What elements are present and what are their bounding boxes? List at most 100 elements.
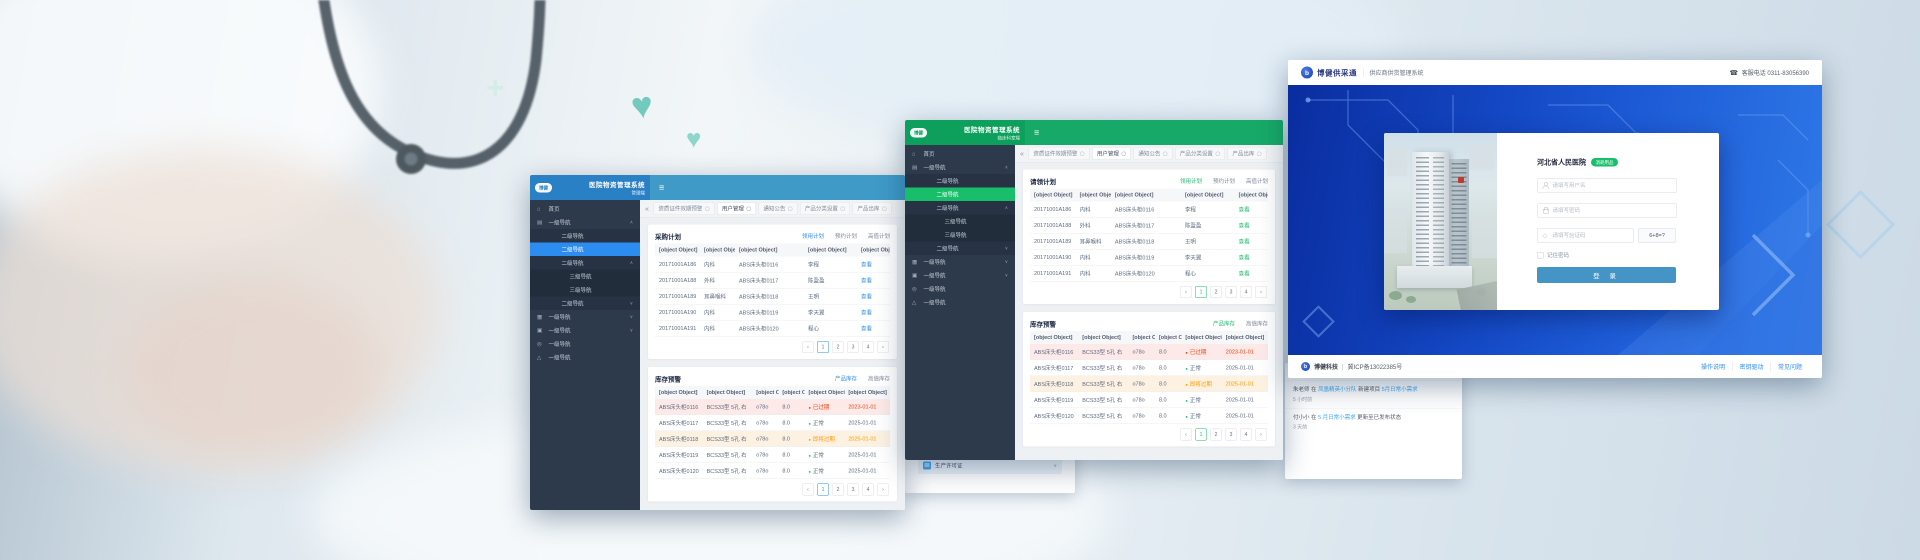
feed-link[interactable]: 5 月日常小需求 xyxy=(1318,414,1356,420)
footer-link[interactable]: 常见问题 xyxy=(1770,362,1809,371)
chevron-down-icon[interactable]: ∨ xyxy=(1053,463,1057,469)
tab[interactable]: 产品出库 xyxy=(852,202,891,215)
sidebar-item[interactable]: 一级导航 xyxy=(530,324,640,338)
stock-type-link[interactable]: 产品库存 xyxy=(835,375,857,383)
plan-type-link[interactable]: 预约计划 xyxy=(1213,177,1235,185)
sidebar-item[interactable]: 首页 xyxy=(905,147,1015,161)
footer-link[interactable]: 操作说明 xyxy=(1694,362,1732,371)
remember-checkbox[interactable] xyxy=(1537,252,1544,259)
footer-link[interactable]: 密钥驱动 xyxy=(1732,362,1771,371)
captcha-challenge[interactable]: 6+8=? xyxy=(1638,228,1676,243)
sidebar-item[interactable]: 二级导航 xyxy=(905,242,1015,256)
stock-type-link[interactable]: 高值库存 xyxy=(868,375,890,383)
tab[interactable]: 用户管理 xyxy=(717,202,756,215)
view-link[interactable]: 查看 xyxy=(861,294,872,300)
tab[interactable]: 资质证件效期预警 xyxy=(653,202,714,215)
sidebar-item[interactable]: 二级导航 xyxy=(530,256,640,270)
view-link[interactable]: 查看 xyxy=(1239,255,1250,261)
sidebar-item[interactable]: 一级导航 xyxy=(905,269,1015,283)
password-field-wrap xyxy=(1537,203,1677,218)
next-page-button[interactable]: › xyxy=(877,341,889,353)
page-button[interactable]: 4 xyxy=(862,341,874,353)
page-button[interactable]: 4 xyxy=(1240,286,1252,298)
page-button[interactable]: 2 xyxy=(832,484,844,496)
tab[interactable]: 产品分类设置 xyxy=(800,202,850,215)
plan-type-link[interactable]: 预约计划 xyxy=(835,232,857,240)
prev-page-button[interactable]: ‹ xyxy=(1180,429,1192,441)
view-link[interactable]: 查看 xyxy=(861,278,872,284)
page-button[interactable]: 3 xyxy=(1225,286,1237,298)
plan-type-link[interactable]: 领用计划 xyxy=(802,232,824,240)
next-page-button[interactable]: › xyxy=(1255,429,1267,441)
sidebar-item[interactable]: 一级导航 xyxy=(905,296,1015,310)
stock-type-link[interactable]: 产品库存 xyxy=(1213,320,1235,328)
page-button[interactable]: 3 xyxy=(847,484,859,496)
feed-link[interactable]: 5月日常小需求 xyxy=(1382,387,1418,393)
sidebar-item[interactable]: 二级导航 xyxy=(530,243,640,257)
prev-page-button[interactable]: ‹ xyxy=(1180,286,1192,298)
view-link[interactable]: 查看 xyxy=(1239,239,1250,245)
tab[interactable]: 产品出库 xyxy=(1227,147,1266,160)
page-button[interactable]: 1 xyxy=(1195,286,1207,298)
section-title: 库存预警 xyxy=(655,374,681,384)
hamburger-menu-icon[interactable]: ≡ xyxy=(659,182,664,193)
page-button[interactable]: 1 xyxy=(817,484,829,496)
sidebar-item[interactable]: 三级导航 xyxy=(905,215,1015,229)
next-page-button[interactable]: › xyxy=(877,484,889,496)
page-button[interactable]: 4 xyxy=(862,484,874,496)
prev-page-button[interactable]: ‹ xyxy=(802,484,814,496)
sidebar-item[interactable]: 二级导航 xyxy=(530,297,640,311)
collapse-tabs-icon[interactable]: « xyxy=(1020,150,1024,158)
page-button[interactable]: 3 xyxy=(1225,429,1237,441)
captcha-input[interactable] xyxy=(1538,233,1634,239)
tab[interactable]: 用户管理 xyxy=(1092,147,1131,160)
column-header: [object Object] xyxy=(1128,331,1154,344)
tab[interactable]: 资质证件效期预警 xyxy=(1028,147,1089,160)
username-input[interactable] xyxy=(1538,183,1677,189)
collapse-tabs-icon[interactable]: « xyxy=(645,205,649,213)
view-link[interactable]: 查看 xyxy=(1239,223,1250,229)
view-link[interactable]: 查看 xyxy=(1239,271,1250,277)
view-link[interactable]: 查看 xyxy=(861,326,872,332)
tab[interactable]: 通知公告 xyxy=(1133,147,1172,160)
sidebar-item[interactable]: 一级导航 xyxy=(530,337,640,351)
sidebar-item[interactable]: 一级导航 xyxy=(530,310,640,324)
page-button[interactable]: 2 xyxy=(1210,429,1222,441)
page-button[interactable]: 1 xyxy=(1195,429,1207,441)
sidebar-item[interactable]: 二级导航 xyxy=(530,229,640,243)
sidebar-item[interactable]: 三级导航 xyxy=(530,283,640,297)
page-button[interactable]: 2 xyxy=(832,341,844,353)
plan-type-link[interactable]: 高值计划 xyxy=(868,232,890,240)
tab[interactable]: 通知公告 xyxy=(758,202,797,215)
sidebar-item[interactable]: 二级导航 xyxy=(905,174,1015,188)
sidebar-item[interactable]: 一级导航 xyxy=(905,161,1015,175)
view-link[interactable]: 查看 xyxy=(861,262,872,268)
password-input[interactable] xyxy=(1538,208,1677,214)
sidebar-item[interactable]: 三级导航 xyxy=(905,228,1015,242)
tab[interactable]: 产品分类设置 xyxy=(1175,147,1225,160)
page-button[interactable]: 4 xyxy=(1240,429,1252,441)
next-page-button[interactable]: › xyxy=(1255,286,1267,298)
page-button[interactable]: 1 xyxy=(817,341,829,353)
sidebar-item[interactable]: 二级导航 xyxy=(905,201,1015,215)
sidebar-item[interactable]: 二级导航 xyxy=(905,188,1015,202)
column-header: [object Object] xyxy=(703,386,753,399)
view-link[interactable]: 查看 xyxy=(1239,207,1250,213)
prev-page-button[interactable]: ‹ xyxy=(802,341,814,353)
sidebar-item[interactable]: 一级导航 xyxy=(530,216,640,230)
view-link[interactable]: 查看 xyxy=(861,310,872,316)
feed-link[interactable]: 凤凰精英小分队 xyxy=(1318,387,1357,393)
expiry-date: 2023-01-01 xyxy=(1226,349,1254,355)
plan-type-link[interactable]: 高值计划 xyxy=(1246,177,1268,185)
sidebar-item[interactable]: 首页 xyxy=(530,202,640,216)
page-button[interactable]: 3 xyxy=(847,341,859,353)
sidebar-item[interactable]: 一级导航 xyxy=(530,351,640,365)
stock-type-link[interactable]: 高值库存 xyxy=(1246,320,1268,328)
login-button[interactable]: 登 录 xyxy=(1537,267,1676,283)
sidebar-item[interactable]: 一级导航 xyxy=(905,282,1015,296)
page-button[interactable]: 2 xyxy=(1210,286,1222,298)
sidebar-item[interactable]: 一级导航 xyxy=(905,255,1015,269)
hamburger-menu-icon[interactable]: ≡ xyxy=(1034,127,1039,138)
plan-type-link[interactable]: 领用计划 xyxy=(1180,177,1202,185)
sidebar-item[interactable]: 三级导航 xyxy=(530,270,640,284)
